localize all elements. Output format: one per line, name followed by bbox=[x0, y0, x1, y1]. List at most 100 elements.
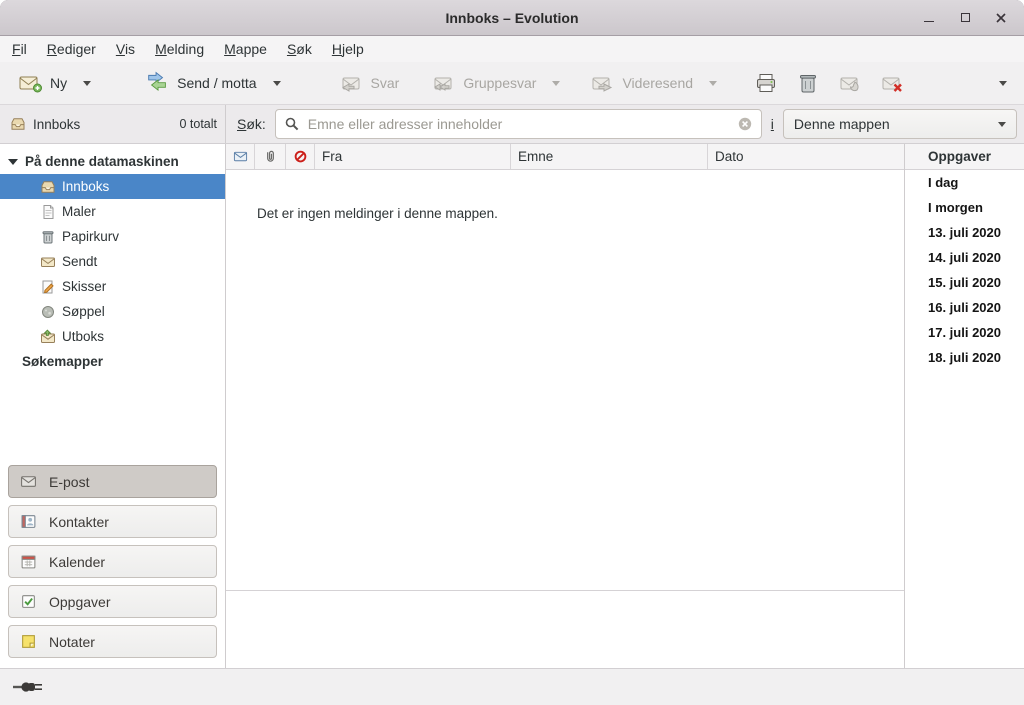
search-scope-value: Denne mappen bbox=[794, 116, 890, 132]
maximize-button[interactable] bbox=[954, 7, 976, 29]
scope-dropdown-arrow-icon bbox=[998, 122, 1006, 127]
print-button[interactable] bbox=[745, 66, 787, 100]
contacts-icon bbox=[20, 513, 37, 530]
minimize-icon bbox=[924, 14, 934, 22]
group-reply-label: Gruppesvar bbox=[463, 75, 536, 91]
switcher-kontakter-button[interactable]: Kontakter bbox=[8, 505, 217, 538]
task-group-label: 15. juli 2020 bbox=[928, 275, 1001, 290]
sidebar-item-soppel[interactable]: Søppel bbox=[0, 299, 225, 324]
menu-hjelp[interactable]: Hjelp bbox=[322, 38, 374, 60]
main-content: På denne datamaskinen Innboks bbox=[0, 144, 1024, 668]
clear-search-icon[interactable] bbox=[737, 116, 753, 132]
menu-fil[interactable]: Fil bbox=[2, 38, 37, 60]
send-receive-button[interactable]: Send / motta bbox=[137, 66, 288, 100]
task-group-17-juli: 17. juli 2020 bbox=[905, 320, 1024, 345]
templates-icon bbox=[40, 204, 56, 220]
delete-button[interactable] bbox=[787, 66, 829, 100]
menu-vis[interactable]: Vis bbox=[106, 38, 145, 60]
column-label: Dato bbox=[715, 149, 744, 164]
switcher-kalender-button[interactable]: Kalender bbox=[8, 545, 217, 578]
menu-sok[interactable]: Søk bbox=[277, 38, 322, 60]
column-fra[interactable]: Fra bbox=[315, 144, 511, 169]
column-label: Fra bbox=[322, 149, 342, 164]
tree-root-label: På denne datamaskinen bbox=[25, 154, 179, 169]
junk-folder-icon bbox=[40, 304, 56, 320]
maximize-icon bbox=[961, 13, 970, 22]
toolbar-overflow-button[interactable] bbox=[990, 76, 1016, 91]
close-button[interactable] bbox=[990, 7, 1012, 29]
message-list-body[interactable]: Det er ingen meldinger i denne mappen. bbox=[226, 170, 904, 668]
tree-root-on-this-computer[interactable]: På denne datamaskinen bbox=[0, 149, 225, 174]
not-junk-icon bbox=[880, 71, 904, 95]
current-folder-name: Innboks bbox=[33, 117, 80, 132]
trash-folder-icon bbox=[40, 229, 56, 245]
forward-label: Videresend bbox=[622, 75, 693, 91]
titlebar[interactable]: Innboks – Evolution bbox=[0, 0, 1024, 36]
column-dato[interactable]: Dato bbox=[708, 144, 904, 169]
task-group-label: 14. juli 2020 bbox=[928, 250, 1001, 265]
column-emne[interactable]: Emne bbox=[511, 144, 708, 169]
send-receive-dropdown-icon[interactable] bbox=[273, 81, 281, 86]
mail-icon bbox=[20, 473, 37, 490]
send-receive-icon bbox=[145, 71, 169, 95]
sidebar-item-innboks[interactable]: Innboks bbox=[0, 174, 225, 199]
drafts-icon bbox=[40, 279, 56, 295]
search-row: Innboks 0 totalt Søk: i Denne mappen bbox=[0, 105, 1024, 144]
search-label: Søk: bbox=[237, 116, 266, 132]
view-switcher: E-post Kontakter bbox=[0, 457, 225, 668]
search-scope-dropdown[interactable]: Denne mappen bbox=[783, 109, 1017, 139]
task-group-label: I morgen bbox=[928, 200, 983, 215]
sidebar-item-sokemapper[interactable]: Søkemapper bbox=[0, 349, 225, 374]
sidebar-item-papirkurv[interactable]: Papirkurv bbox=[0, 224, 225, 249]
sidebar-item-sendt[interactable]: Sendt bbox=[0, 249, 225, 274]
switcher-oppgaver-button[interactable]: Oppgaver bbox=[8, 585, 217, 618]
column-attachment[interactable] bbox=[255, 144, 286, 169]
forward-icon bbox=[590, 71, 614, 95]
toolbar: Ny Send / motta Svar bbox=[0, 62, 1024, 105]
minimize-button[interactable] bbox=[918, 7, 940, 29]
switcher-notater-button[interactable]: Notater bbox=[8, 625, 217, 658]
search-entry[interactable] bbox=[275, 109, 762, 139]
tasks-panel: Oppgaver I dag I morgen 13. juli 2020 14… bbox=[904, 144, 1024, 668]
outbox-icon bbox=[40, 329, 56, 345]
forward-dropdown-icon[interactable] bbox=[709, 81, 717, 86]
folder-info-bar: Innboks 0 totalt bbox=[0, 105, 226, 143]
task-group-label: 16. juli 2020 bbox=[928, 300, 1001, 315]
task-group-18-juli: 18. juli 2020 bbox=[905, 345, 1024, 370]
switcher-label: Notater bbox=[49, 634, 95, 650]
new-message-button[interactable]: Ny bbox=[10, 66, 99, 100]
menubar: Fil Rediger Vis Melding Mappe Søk Hjelp bbox=[0, 36, 1024, 62]
sidebar-item-skisser[interactable]: Skisser bbox=[0, 274, 225, 299]
folder-label: Innboks bbox=[62, 179, 109, 194]
menu-melding[interactable]: Melding bbox=[145, 38, 214, 60]
junk-icon bbox=[838, 71, 862, 95]
forward-button[interactable]: Videresend bbox=[582, 66, 725, 100]
reply-icon bbox=[339, 71, 363, 95]
sent-icon bbox=[40, 254, 56, 270]
menu-rediger[interactable]: Rediger bbox=[37, 38, 106, 60]
inbox-icon bbox=[40, 179, 56, 195]
switcher-epost-button[interactable]: E-post bbox=[8, 465, 217, 498]
group-reply-dropdown-icon[interactable] bbox=[552, 81, 560, 86]
inbox-icon bbox=[10, 116, 26, 132]
task-group-label: 17. juli 2020 bbox=[928, 325, 1001, 340]
task-group-label: 13. juli 2020 bbox=[928, 225, 1001, 240]
sidebar-item-maler[interactable]: Maler bbox=[0, 199, 225, 224]
folder-label: Søppel bbox=[62, 304, 105, 319]
sidebar-item-utboks[interactable]: Utboks bbox=[0, 324, 225, 349]
tasks-panel-header[interactable]: Oppgaver bbox=[905, 144, 1024, 170]
group-reply-button[interactable]: Gruppesvar bbox=[423, 66, 568, 100]
folder-tree: På denne datamaskinen Innboks bbox=[0, 144, 225, 374]
column-message-status[interactable] bbox=[226, 144, 255, 169]
online-status-plug-icon[interactable] bbox=[13, 680, 43, 694]
search-icon bbox=[284, 116, 300, 132]
menu-mappe[interactable]: Mappe bbox=[214, 38, 277, 60]
column-important[interactable] bbox=[286, 144, 315, 169]
junk-button[interactable] bbox=[829, 66, 871, 100]
reply-button[interactable]: Svar bbox=[331, 66, 408, 100]
expander-icon[interactable] bbox=[8, 159, 18, 165]
new-dropdown-icon[interactable] bbox=[83, 81, 91, 86]
search-input[interactable] bbox=[308, 116, 737, 132]
not-junk-button[interactable] bbox=[871, 66, 913, 100]
preview-pane-divider[interactable] bbox=[226, 590, 904, 591]
